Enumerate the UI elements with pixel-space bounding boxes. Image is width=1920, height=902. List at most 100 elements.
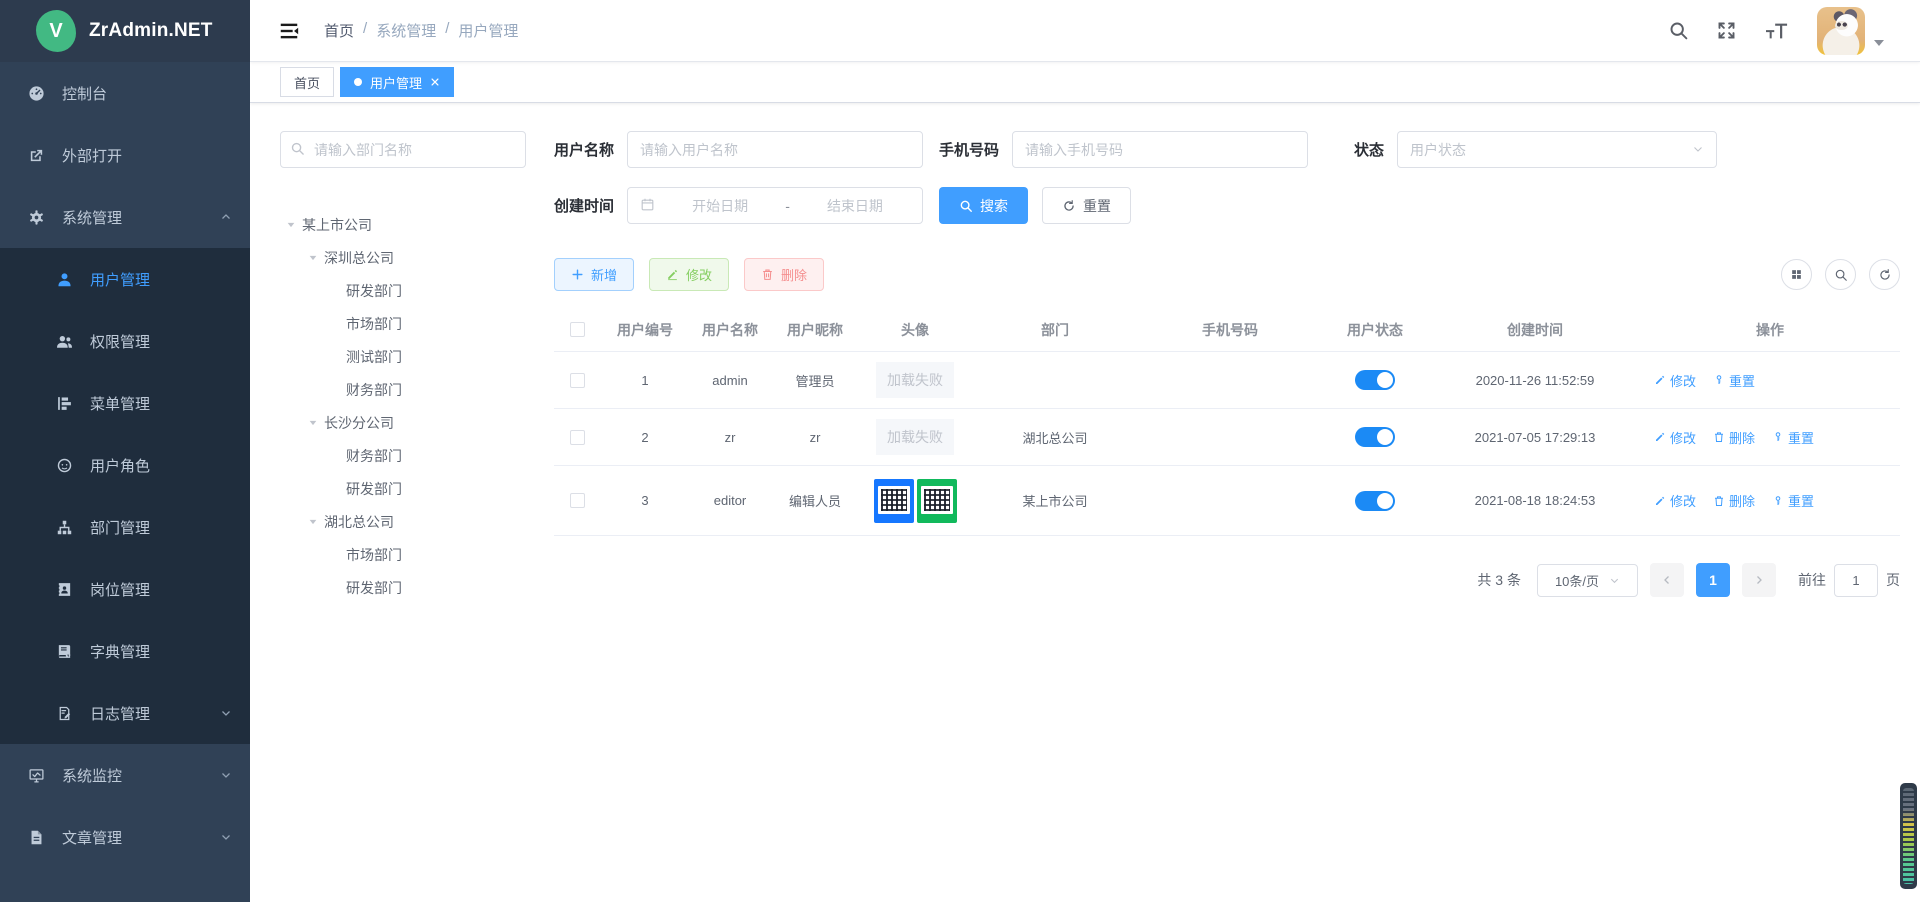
- prev-page-button[interactable]: [1650, 563, 1684, 597]
- sidebar-item-label: 用户管理: [90, 269, 232, 290]
- toggle-search-button[interactable]: [1825, 259, 1856, 290]
- sidebar-item-monitoring[interactable]: 系统监控: [0, 744, 250, 806]
- table-row: 1 admin 管理员 加载失败 2020-11-26 11:52:59 修改 …: [554, 352, 1900, 409]
- column-settings-button[interactable]: [1781, 259, 1812, 290]
- status-toggle[interactable]: [1355, 370, 1395, 390]
- sidebar-item-departments[interactable]: 部门管理: [0, 496, 250, 558]
- article-icon: [28, 829, 45, 846]
- font-size-icon[interactable]: [1764, 20, 1790, 42]
- users-icon: [56, 333, 73, 350]
- sidebar-item-label: 系统监控: [62, 765, 203, 786]
- row-edit-link[interactable]: 修改: [1654, 428, 1696, 447]
- row-reset-password-link[interactable]: 重置: [1713, 371, 1755, 390]
- tab-label: 首页: [294, 73, 320, 92]
- tab-user-management[interactable]: 用户管理: [340, 67, 454, 97]
- tree-node[interactable]: 深圳总公司: [280, 241, 526, 274]
- breadcrumb-item-system[interactable]: 系统管理: [376, 20, 436, 41]
- tree-node[interactable]: 研发部门: [280, 274, 526, 307]
- tree-node[interactable]: 财务部门: [280, 373, 526, 406]
- status-toggle[interactable]: [1355, 491, 1395, 511]
- book-icon: [56, 643, 73, 660]
- sidebar-item-posts[interactable]: 岗位管理: [0, 558, 250, 620]
- cell-username: editor: [690, 493, 770, 508]
- sidebar-item-system[interactable]: 系统管理: [0, 186, 250, 248]
- row-checkbox[interactable]: [570, 373, 585, 388]
- avatar-load-failed: 加载失败: [876, 419, 954, 455]
- scrollbar-indicator[interactable]: [1900, 783, 1917, 889]
- tab-home[interactable]: 首页: [280, 67, 334, 97]
- row-checkbox[interactable]: [570, 430, 585, 445]
- refresh-button[interactable]: [1869, 259, 1900, 290]
- row-reset-password-link[interactable]: 重置: [1772, 491, 1814, 510]
- delete-button[interactable]: 删除: [744, 258, 824, 291]
- caret-down-icon[interactable]: [302, 418, 324, 428]
- cell-nickname: 编辑人员: [770, 491, 860, 510]
- search-icon: [959, 199, 973, 213]
- sidebar-item-label: 系统管理: [62, 207, 203, 228]
- sidebar-item-users[interactable]: 用户管理: [0, 248, 250, 310]
- select-all-checkbox[interactable]: [570, 322, 585, 337]
- top-header: 首页 / 系统管理 / 用户管理: [250, 0, 1920, 62]
- tree-node[interactable]: 市场部门: [280, 307, 526, 340]
- username-filter-input[interactable]: [628, 132, 922, 167]
- page-number-button[interactable]: 1: [1696, 563, 1730, 597]
- sidebar-item-logs[interactable]: 日志管理: [0, 682, 250, 744]
- cell-created-time: 2021-07-05 17:29:13: [1430, 430, 1640, 445]
- sidebar-item-roles[interactable]: 用户角色: [0, 434, 250, 496]
- caret-down-icon[interactable]: [280, 220, 302, 230]
- user-avatar[interactable]: [1817, 7, 1865, 55]
- tabs-bar: 首页 用户管理: [250, 62, 1920, 103]
- date-end-placeholder: 结束日期: [800, 196, 910, 216]
- close-icon[interactable]: [430, 77, 440, 87]
- row-edit-link[interactable]: 修改: [1654, 371, 1696, 390]
- date-start-placeholder: 开始日期: [665, 196, 775, 216]
- sidebar-item-dashboard[interactable]: 控制台: [0, 62, 250, 124]
- gear-icon: [28, 209, 45, 226]
- edit-button[interactable]: 修改: [649, 258, 729, 291]
- tree-node[interactable]: 研发部门: [280, 472, 526, 505]
- status-filter-select[interactable]: 用户状态: [1397, 131, 1717, 168]
- reset-button[interactable]: 重置: [1042, 187, 1131, 224]
- next-page-button[interactable]: [1742, 563, 1776, 597]
- goto-page-input[interactable]: [1834, 564, 1878, 597]
- phone-filter-input[interactable]: [1013, 132, 1307, 167]
- cell-user-id: 3: [600, 493, 690, 508]
- sidebar-item-permissions[interactable]: 权限管理: [0, 310, 250, 372]
- sidebar-item-articles[interactable]: 文章管理: [0, 806, 250, 868]
- app-logo[interactable]: V ZrAdmin.NET: [0, 0, 250, 62]
- caret-down-icon[interactable]: [302, 253, 324, 263]
- row-delete-link[interactable]: 删除: [1713, 491, 1755, 510]
- tree-node[interactable]: 市场部门: [280, 538, 526, 571]
- user-menu[interactable]: [1817, 7, 1884, 55]
- row-reset-password-link[interactable]: 重置: [1772, 428, 1814, 447]
- tree-node[interactable]: 某上市公司: [280, 208, 526, 241]
- sidebar-item-dictionary[interactable]: 字典管理: [0, 620, 250, 682]
- search-icon[interactable]: [1668, 20, 1689, 41]
- sidebar-item-external[interactable]: 外部打开: [0, 124, 250, 186]
- page-size-select[interactable]: 10条/页: [1537, 564, 1638, 597]
- tree-node[interactable]: 测试部门: [280, 340, 526, 373]
- sidebar-item-menus[interactable]: 菜单管理: [0, 372, 250, 434]
- date-range-picker[interactable]: 开始日期 - 结束日期: [627, 187, 923, 224]
- tree-node[interactable]: 长沙分公司: [280, 406, 526, 439]
- date-separator: -: [785, 198, 790, 214]
- status-toggle[interactable]: [1355, 427, 1395, 447]
- search-button[interactable]: 搜索: [939, 187, 1028, 224]
- fullscreen-icon[interactable]: [1716, 20, 1737, 41]
- row-edit-link[interactable]: 修改: [1654, 491, 1696, 510]
- tree-node[interactable]: 湖北总公司: [280, 505, 526, 538]
- caret-down-icon[interactable]: [302, 517, 324, 527]
- tree-node[interactable]: 财务部门: [280, 439, 526, 472]
- avatar-image[interactable]: [874, 479, 957, 523]
- tree-node[interactable]: 研发部门: [280, 571, 526, 604]
- sidebar-fold-button[interactable]: [278, 20, 300, 42]
- row-delete-link[interactable]: 删除: [1713, 428, 1755, 447]
- row-checkbox[interactable]: [570, 493, 585, 508]
- cell-nickname: zr: [770, 430, 860, 445]
- username-filter-label: 用户名称: [554, 139, 614, 160]
- chevron-right-icon: [1753, 574, 1765, 586]
- add-button[interactable]: 新增: [554, 258, 634, 291]
- breadcrumb-item-home[interactable]: 首页: [324, 20, 354, 41]
- department-search-input[interactable]: [280, 131, 526, 168]
- breadcrumb-separator: /: [445, 20, 449, 41]
